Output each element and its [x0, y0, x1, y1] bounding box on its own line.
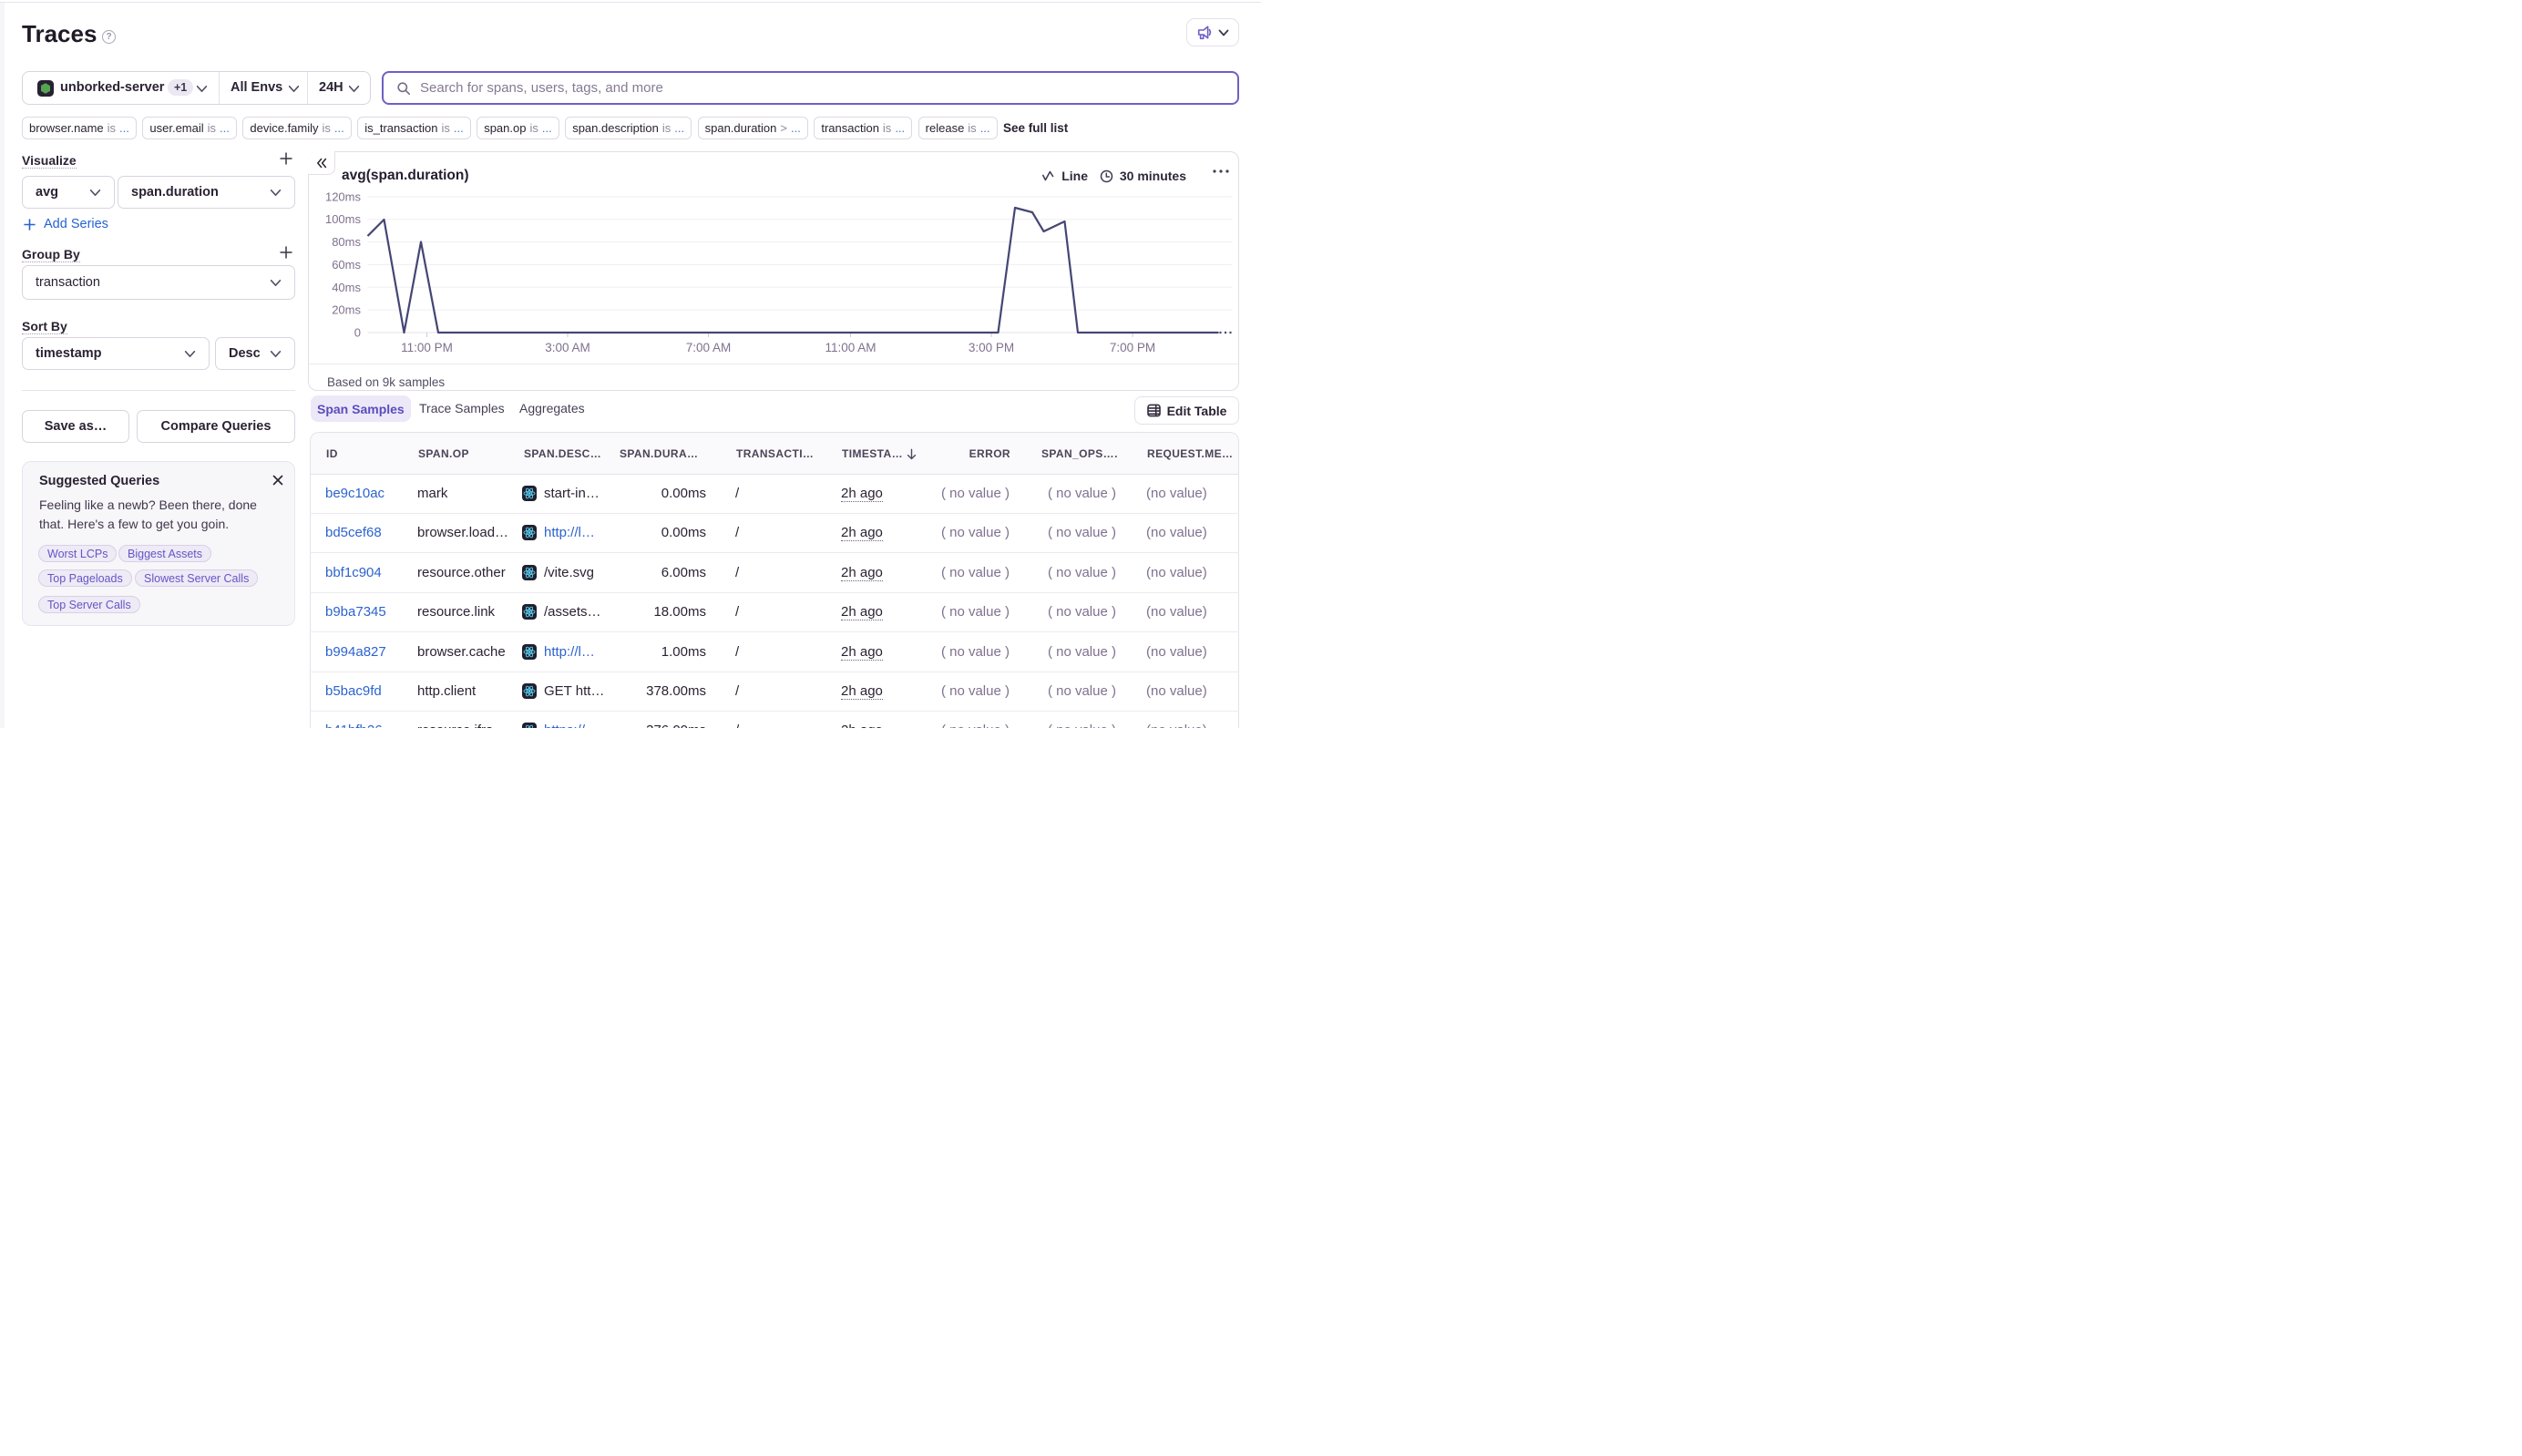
svg-text:40ms: 40ms [332, 281, 361, 294]
svg-text:11:00 PM: 11:00 PM [401, 341, 453, 354]
svg-text:0: 0 [354, 326, 361, 340]
svg-text:11:00 AM: 11:00 AM [825, 341, 876, 354]
svg-text:3:00 PM: 3:00 PM [969, 341, 1014, 354]
svg-text:100ms: 100ms [325, 212, 362, 226]
svg-text:80ms: 80ms [332, 235, 361, 249]
svg-text:7:00 PM: 7:00 PM [1110, 341, 1155, 354]
svg-text:60ms: 60ms [332, 258, 361, 272]
svg-text:20ms: 20ms [332, 303, 361, 317]
svg-text:7:00 AM: 7:00 AM [686, 341, 732, 354]
svg-text:3:00 AM: 3:00 AM [545, 341, 590, 354]
svg-text:120ms: 120ms [325, 190, 362, 203]
